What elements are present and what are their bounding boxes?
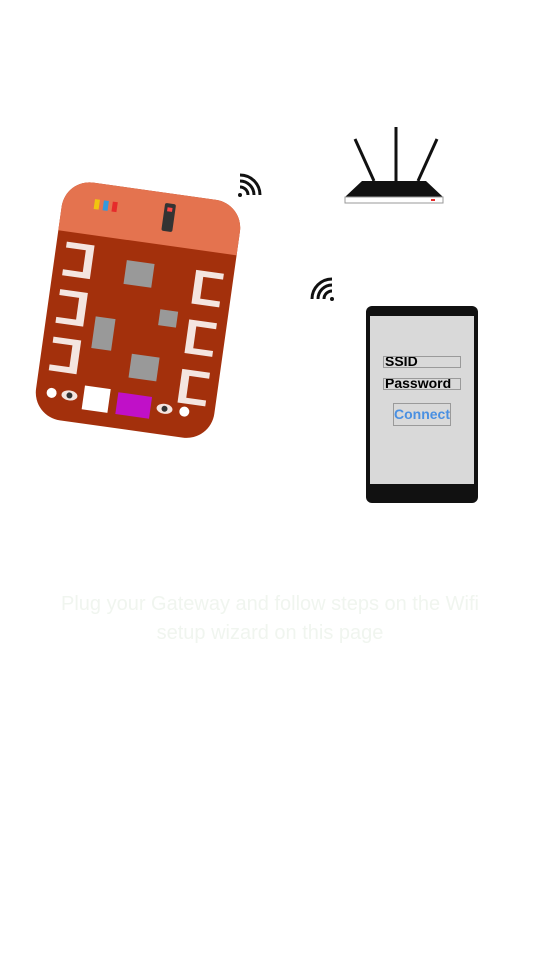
connect-button[interactable]: Connect <box>393 403 451 426</box>
setup-illustration <box>35 127 478 503</box>
ssid-input[interactable] <box>383 356 461 368</box>
password-input[interactable] <box>383 378 461 390</box>
wifi-signal-icon <box>238 173 262 197</box>
wifi-router-icon <box>344 127 444 204</box>
circuit-board-icon <box>35 182 241 438</box>
wifi-signal-icon <box>310 277 334 301</box>
setup-caption: Plug your Gateway and follow steps on th… <box>61 593 479 644</box>
wifi-setup-screen: SSID Password Connect Plug your Gateway … <box>0 0 540 960</box>
